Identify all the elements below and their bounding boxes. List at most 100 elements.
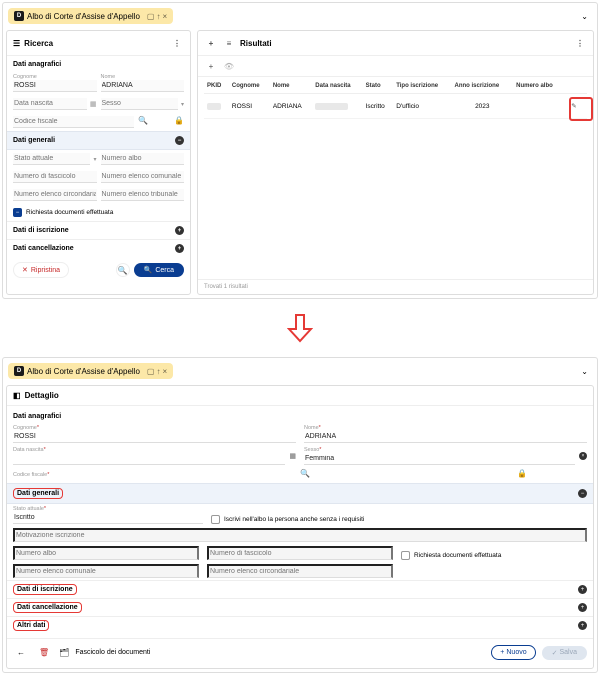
data-nascita-input[interactable]: [13, 453, 285, 465]
col-pkid[interactable]: PKID: [204, 79, 229, 94]
options-icon[interactable]: ⋮: [170, 36, 184, 50]
accordion-dati-generali[interactable]: Dati generali −: [7, 483, 593, 504]
expand-icon[interactable]: +: [578, 621, 587, 630]
salva-button[interactable]: ✓Salva: [542, 646, 587, 660]
clear-icon[interactable]: ×: [579, 452, 587, 460]
plus-icon[interactable]: +: [204, 36, 218, 50]
zoom-icon[interactable]: 🔍: [116, 263, 130, 277]
main-two-col: ☰ Ricerca ⋮ Dati anagrafici Cognome Nome: [6, 30, 594, 295]
checkbox-checked-icon[interactable]: −: [13, 208, 22, 217]
col-nome[interactable]: Nome: [270, 79, 312, 94]
detail-icon: ◧: [13, 391, 21, 400]
cognome-input[interactable]: [13, 431, 296, 443]
col-data-nascita[interactable]: Data nascita: [312, 79, 362, 94]
tab-pin-icon[interactable]: ↑: [156, 12, 160, 21]
delete-button[interactable]: 🗑: [35, 646, 53, 659]
col-tipo-iscrizione[interactable]: Tipo iscrizione: [393, 79, 451, 94]
dropdown-icon[interactable]: ▾: [93, 156, 96, 163]
highlight-label: Dati cancellazione: [13, 602, 82, 613]
tab-open-icon[interactable]: ▢: [147, 367, 155, 376]
back-button[interactable]: ←: [13, 646, 29, 659]
tab-close-icon[interactable]: ×: [162, 367, 167, 376]
tab-close-icon[interactable]: ×: [162, 12, 167, 21]
highlight-label: Altri dati: [13, 620, 49, 631]
table-row[interactable]: 0000 ROSSI ADRIANA 00/00/0000 Iscritto D…: [204, 94, 587, 119]
expand-icon[interactable]: +: [175, 226, 184, 235]
search-icon[interactable]: 🔍: [138, 116, 148, 128]
tab-bar: D Albo di Corte d'Assise d'Appello ▢ ↑ ×…: [6, 6, 594, 26]
accordion-altri-dati[interactable]: Altri dati +: [7, 616, 593, 634]
add-icon[interactable]: +: [204, 59, 218, 73]
col-cognome[interactable]: Cognome: [229, 79, 270, 94]
folder-icon[interactable]: 🗂: [59, 648, 69, 657]
list-icon[interactable]: ≡: [222, 36, 236, 50]
iscrivi-senza-req-row[interactable]: Iscrivi nell'albo la persona anche senza…: [211, 515, 364, 524]
tab-chip[interactable]: D Albo di Corte d'Assise d'Appello ▢ ↑ ×: [8, 363, 173, 379]
nuovo-button[interactable]: +Nuovo: [491, 645, 535, 660]
plus-icon: +: [500, 649, 504, 656]
tab-pin-icon[interactable]: ↑: [156, 367, 160, 376]
numero-elenco-circ-input[interactable]: [207, 564, 393, 578]
cognome-input[interactable]: [13, 80, 97, 92]
richiesta-doc-row[interactable]: − Richiesta documenti effettuata: [7, 204, 190, 221]
calendar-icon[interactable]: ▦: [289, 452, 296, 460]
numero-albo-input[interactable]: [101, 153, 185, 165]
tab-open-icon[interactable]: ▢: [147, 12, 155, 21]
reset-button[interactable]: ✕Ripristina: [13, 262, 69, 278]
tab-title: Albo di Corte d'Assise d'Appello: [27, 12, 140, 21]
checkbox-empty-icon[interactable]: [211, 515, 220, 524]
lock-icon[interactable]: 🔒: [174, 116, 184, 128]
cell-cognome: ROSSI: [229, 94, 270, 119]
accordion-iscrizione[interactable]: Dati di iscrizione +: [7, 221, 190, 239]
chevron-down-icon[interactable]: ⌄: [581, 12, 592, 21]
close-icon[interactable]: −: [175, 136, 184, 145]
doc-icon: D: [14, 11, 24, 21]
accordion-cancellazione[interactable]: Dati cancellazione +: [7, 239, 190, 257]
checkbox-empty-icon[interactable]: [401, 551, 410, 560]
tab-actions: ▢ ↑ ×: [147, 12, 167, 21]
tab-actions: ▢ ↑ ×: [147, 367, 167, 376]
accordion-dati-generali[interactable]: Dati generali −: [7, 131, 190, 150]
stato-attuale-input[interactable]: [13, 512, 203, 524]
lock-icon[interactable]: 🔒: [517, 469, 527, 478]
search-icon[interactable]: 🔍: [300, 469, 310, 478]
edit-icon[interactable]: ✎: [568, 100, 580, 112]
sesso-input[interactable]: [101, 98, 178, 110]
numero-fascicolo-input[interactable]: [207, 546, 393, 560]
numero-fascicolo-input[interactable]: [13, 171, 97, 183]
expand-icon[interactable]: +: [578, 603, 587, 612]
nome-input[interactable]: [101, 80, 185, 92]
numero-elenco-trib-input[interactable]: [101, 189, 185, 201]
stato-attuale-input[interactable]: [13, 153, 90, 165]
col-anno-iscrizione[interactable]: Anno iscrizione: [451, 79, 513, 94]
results-table: PKID Cognome Nome Data nascita Stato Tip…: [204, 79, 587, 119]
arrow-down-icon: [287, 313, 313, 343]
calendar-icon[interactable]: ▦: [90, 100, 97, 108]
accordion-iscrizione[interactable]: Dati di iscrizione +: [7, 580, 593, 598]
codice-fiscale-input[interactable]: [13, 116, 134, 128]
doc-icon: D: [14, 366, 24, 376]
col-stato[interactable]: Stato: [363, 79, 394, 94]
expand-icon[interactable]: +: [578, 585, 587, 594]
chevron-down-icon[interactable]: ⌄: [581, 367, 592, 376]
options-icon[interactable]: ⋮: [573, 36, 587, 50]
sesso-input[interactable]: [304, 453, 575, 465]
search-button[interactable]: 🔍Cerca: [134, 263, 184, 277]
expand-icon[interactable]: +: [175, 244, 184, 253]
data-nascita-input[interactable]: [13, 98, 87, 110]
section-anag-title: Dati anagrafici: [7, 56, 190, 71]
tab-chip[interactable]: D Albo di Corte d'Assise d'Appello ▢ ↑ ×: [8, 8, 173, 24]
accordion-cancellazione[interactable]: Dati cancellazione +: [7, 598, 593, 616]
collapse-icon[interactable]: −: [578, 489, 587, 498]
nome-input[interactable]: [304, 431, 587, 443]
numero-elenco-circ-input[interactable]: [13, 189, 97, 201]
numero-albo-input[interactable]: [13, 546, 199, 560]
col-numero-albo[interactable]: Numero albo: [513, 79, 565, 94]
richiesta-doc-row[interactable]: Richiesta documenti effettuata: [401, 546, 587, 560]
top-screen: D Albo di Corte d'Assise d'Appello ▢ ↑ ×…: [2, 2, 598, 299]
view-icon[interactable]: 👁: [222, 59, 236, 73]
highlight-label: Dati di iscrizione: [13, 584, 77, 595]
dropdown-icon[interactable]: ▾: [181, 101, 184, 108]
numero-elenco-comunale-input[interactable]: [101, 171, 185, 183]
numero-elenco-comunale-input[interactable]: [13, 564, 199, 578]
